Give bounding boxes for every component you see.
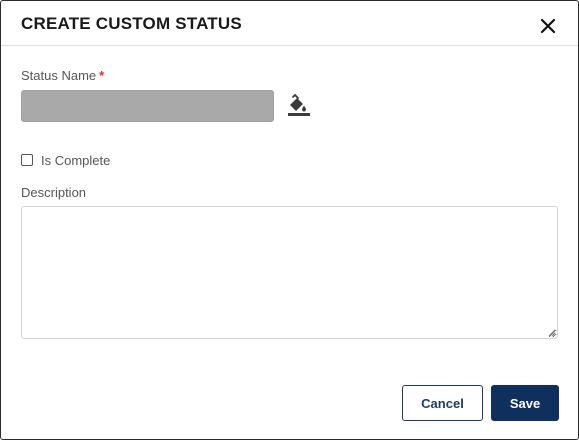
required-indicator: * [99, 68, 105, 83]
is-complete-label: Is Complete [41, 152, 111, 168]
color-picker-button[interactable] [287, 93, 311, 117]
dialog-title: CREATE CUSTOM STATUS [21, 14, 242, 33]
paint-bucket-icon [288, 93, 310, 116]
create-custom-status-dialog: CREATE CUSTOM STATUS Status Name * Is Com… [0, 0, 579, 440]
save-button[interactable]: Save [491, 385, 559, 421]
is-complete-checkbox[interactable] [21, 154, 33, 166]
description-label: Description [21, 185, 87, 200]
close-button[interactable] [537, 15, 559, 37]
description-textarea[interactable] [21, 206, 558, 339]
status-name-input[interactable] [21, 90, 274, 122]
close-icon [540, 18, 556, 34]
cancel-button[interactable]: Cancel [402, 385, 483, 421]
is-complete-option: Is Complete [21, 152, 111, 168]
status-name-label: Status Name * [21, 68, 104, 83]
dialog-header: CREATE CUSTOM STATUS [1, 1, 578, 46]
status-name-label-text: Status Name [21, 68, 97, 83]
